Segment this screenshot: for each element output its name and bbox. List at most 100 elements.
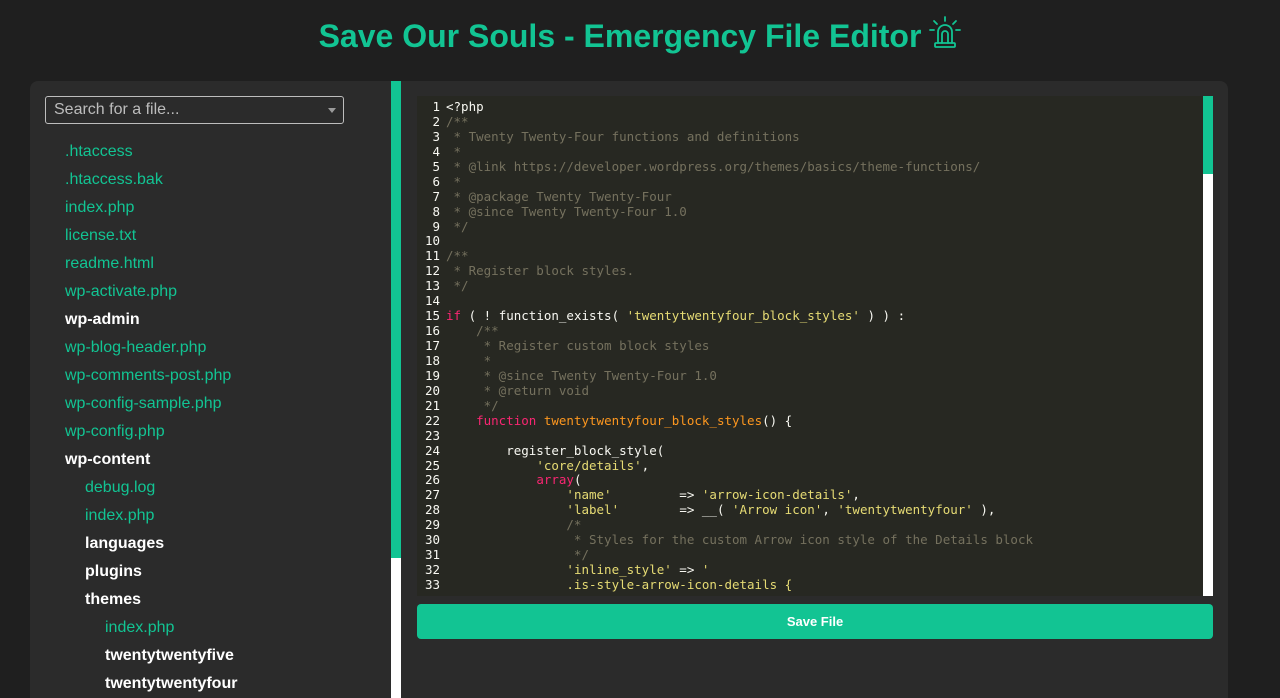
save-file-button[interactable]: Save File: [417, 604, 1213, 639]
code-line[interactable]: 30 * Styles for the custom Arrow icon st…: [417, 532, 1203, 548]
code-line[interactable]: 16 /**: [417, 323, 1203, 339]
folder-item[interactable]: plugins: [30, 558, 391, 586]
file-search[interactable]: [45, 96, 344, 124]
file-item[interactable]: wp-activate.php: [30, 278, 391, 306]
line-number: 30: [424, 532, 440, 548]
code-line[interactable]: 26 array(: [417, 472, 1203, 488]
file-item[interactable]: index.php: [30, 194, 391, 222]
page-title-text: Save Our Souls - Emergency File Editor: [318, 18, 922, 54]
code-line[interactable]: 28 'label' => __( 'Arrow icon', 'twentyt…: [417, 502, 1203, 518]
code-line[interactable]: 33 .is-style-arrow-icon-details {: [417, 577, 1203, 593]
code-token: ,: [641, 457, 650, 473]
code-line[interactable]: 29 /*: [417, 517, 1203, 533]
code-token: =>: [671, 562, 702, 578]
line-number: 4: [432, 143, 440, 159]
code-line[interactable]: 1 <?php: [417, 99, 1203, 115]
code-line[interactable]: 18 *: [417, 352, 1203, 369]
line-text: * Twenty Twenty-Four functions and defin…: [446, 129, 800, 145]
folder-item[interactable]: languages: [30, 530, 391, 558]
code-line[interactable]: 5 * @link https://developer.wordpress.or…: [417, 159, 1203, 175]
code-editor[interactable]: 1 <?php 2/** 3 * Twenty Twenty-Four functio…: [417, 96, 1213, 596]
file-item[interactable]: readme.html: [30, 250, 391, 278]
code-line[interactable]: 8 * @since Twenty Twenty-Four 1.0: [417, 203, 1203, 220]
editor-scrollbar[interactable]: [1203, 96, 1213, 596]
file-item[interactable]: wp-blog-header.php: [30, 334, 391, 362]
code-token: *: [446, 143, 462, 159]
code-line[interactable]: 21 */: [417, 398, 1203, 414]
file-item[interactable]: wp-comments-post.php: [30, 362, 391, 390]
code-content[interactable]: 1 <?php 2/** 3 * Twenty Twenty-Four functio…: [417, 99, 1203, 593]
code-line[interactable]: 19 * @since Twenty Twenty-Four 1.0: [417, 367, 1203, 384]
code-line[interactable]: 13 */: [417, 278, 1203, 294]
file-item[interactable]: wp-config.php: [30, 418, 391, 446]
line-number: 2: [432, 113, 440, 129]
folder-item[interactable]: themes: [30, 586, 391, 614]
folder-item[interactable]: twentytwentyfour: [30, 670, 391, 698]
code-line[interactable]: 6 *: [417, 173, 1203, 190]
search-input[interactable]: [54, 101, 314, 119]
chevron-down-icon[interactable]: [328, 108, 336, 113]
line-number: 26: [424, 472, 440, 488]
code-line[interactable]: 17 * Register custom block styles: [417, 338, 1203, 354]
file-item[interactable]: index.php: [30, 502, 391, 530]
line-text: *: [446, 143, 462, 160]
code-token: /**: [446, 113, 469, 129]
code-token: *: [446, 352, 492, 368]
file-item[interactable]: .htaccess: [30, 138, 391, 166]
code-line[interactable]: 14: [417, 293, 1203, 309]
code-token: * @since Twenty Twenty-Four 1.0: [446, 203, 687, 219]
code-line[interactable]: 11 /**: [417, 248, 1203, 264]
code-line[interactable]: 31 */: [417, 547, 1203, 563]
code-line[interactable]: 15 if ( ! function_exists( 'twentytwentyf…: [417, 308, 1203, 324]
code-line[interactable]: 2 /**: [417, 113, 1203, 130]
file-item[interactable]: wp-config-sample.php: [30, 390, 391, 418]
code-line[interactable]: 3 * Twenty Twenty-Four functions and def…: [417, 129, 1203, 145]
line-text: register_block_style(: [446, 443, 664, 459]
code-token: *: [446, 173, 462, 189]
line-number: 31: [424, 547, 440, 563]
line-text: .is-style-arrow-icon-details {: [446, 577, 792, 593]
sidebar-scrollbar[interactable]: [391, 81, 401, 698]
line-number: 27: [424, 487, 440, 503]
line-text: /**: [446, 323, 499, 339]
line-text: * @since Twenty Twenty-Four 1.0: [446, 203, 687, 220]
line-number: 16: [424, 323, 440, 339]
folder-item[interactable]: twentytwentyfive: [30, 642, 391, 670]
file-item[interactable]: license.txt: [30, 222, 391, 250]
line-number: 7: [432, 188, 440, 204]
file-item[interactable]: index.php: [30, 614, 391, 642]
code-token: * Register custom block styles: [446, 338, 710, 353]
file-item[interactable]: debug.log: [30, 474, 391, 502]
code-line[interactable]: 12 * Register block styles.: [417, 263, 1203, 279]
folder-item[interactable]: wp-admin: [30, 306, 391, 334]
line-number: 9: [432, 218, 440, 234]
code-token: 'core/details': [536, 457, 642, 473]
code-line[interactable]: 24 register_block_style(: [417, 443, 1203, 459]
line-text: * @link https://developer.wordpress.org/…: [446, 159, 981, 175]
code-line[interactable]: 25 'core/details',: [417, 457, 1203, 474]
code-line[interactable]: 22 function twentytwentyfour_block_style…: [417, 413, 1203, 429]
code-token: 'inline_style': [566, 562, 672, 578]
code-line[interactable]: 10: [417, 233, 1203, 249]
code-token: ) ) :: [859, 308, 906, 324]
line-text: * @since Twenty Twenty-Four 1.0: [446, 367, 717, 384]
file-item[interactable]: .htaccess.bak: [30, 166, 391, 194]
code-line[interactable]: 27 'name' => 'arrow-icon-details',: [417, 487, 1203, 503]
code-line[interactable]: 7 * @package Twenty Twenty-Four: [417, 188, 1203, 205]
main-panel: .htaccess.htaccess.bakindex.phplicense.t…: [30, 81, 1228, 698]
editor-scrollbar-thumb[interactable]: [1203, 96, 1213, 174]
sidebar-scrollbar-thumb[interactable]: [391, 81, 401, 558]
code-token: * @since Twenty Twenty-Four 1.0: [446, 367, 717, 383]
folder-item[interactable]: wp-content: [30, 446, 391, 474]
line-text: function twentytwentyfour_block_styles()…: [446, 413, 792, 429]
code-line[interactable]: 32 'inline_style' => ': [417, 562, 1203, 578]
code-line[interactable]: 20 * @return void: [417, 383, 1203, 399]
code-line[interactable]: 4 *: [417, 143, 1203, 160]
code-line[interactable]: 9 */: [417, 218, 1203, 235]
line-text: *: [446, 352, 492, 369]
page-title: Save Our Souls - Emergency File Editor: [0, 15, 1280, 55]
code-line[interactable]: 23: [417, 428, 1203, 444]
line-number: 28: [424, 502, 440, 518]
